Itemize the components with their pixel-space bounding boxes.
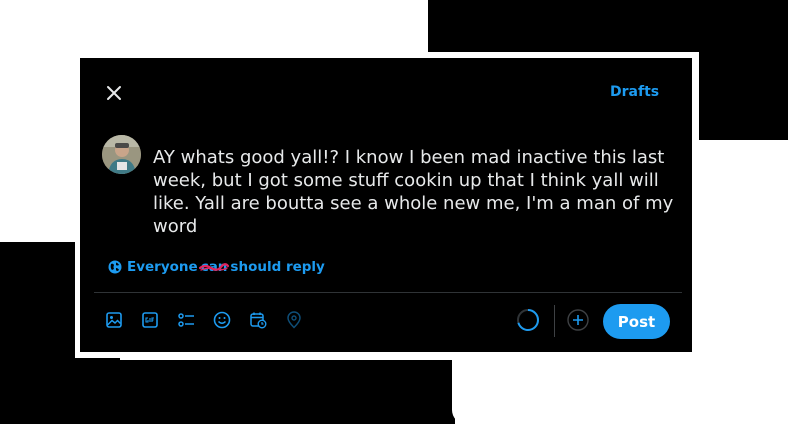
close-button[interactable] bbox=[102, 81, 126, 105]
reply-setting-prefix: Everyone bbox=[127, 259, 198, 275]
toolbar-separator bbox=[554, 305, 555, 337]
compose-toolbar bbox=[104, 310, 320, 330]
gif-icon bbox=[142, 312, 158, 328]
emoji-button[interactable] bbox=[212, 310, 232, 330]
strikethrough-scribble bbox=[198, 263, 229, 271]
tweet-textarea[interactable]: AY whats good yall!? I know I been mad i… bbox=[153, 146, 678, 238]
reply-setting-button[interactable]: Everyone can should reply bbox=[108, 259, 325, 275]
close-icon bbox=[107, 86, 121, 100]
background-black-panel-bottom bbox=[0, 360, 455, 424]
compose-dialog: Drafts AY whats good yall!? I know I bee… bbox=[88, 67, 688, 349]
image-icon bbox=[106, 312, 122, 328]
background-white-panel bbox=[452, 358, 788, 424]
location-icon bbox=[287, 311, 301, 329]
plus-icon bbox=[567, 309, 589, 331]
schedule-icon bbox=[250, 312, 267, 329]
globe-icon bbox=[108, 260, 122, 274]
reply-setting-suffix: should reply bbox=[230, 259, 325, 275]
gif-button[interactable] bbox=[140, 310, 160, 330]
poll-icon bbox=[178, 313, 194, 327]
add-post-button[interactable] bbox=[567, 309, 589, 331]
reply-setting-struck: can bbox=[198, 259, 229, 275]
schedule-button[interactable] bbox=[248, 310, 268, 330]
media-button[interactable] bbox=[104, 310, 124, 330]
drafts-link[interactable]: Drafts bbox=[610, 84, 659, 100]
divider bbox=[94, 292, 682, 293]
location-button[interactable] bbox=[284, 310, 304, 330]
poll-button[interactable] bbox=[176, 310, 196, 330]
avatar[interactable] bbox=[102, 135, 141, 174]
post-button[interactable]: Post bbox=[603, 304, 670, 339]
emoji-icon bbox=[213, 311, 231, 329]
character-counter-ring bbox=[517, 309, 539, 331]
